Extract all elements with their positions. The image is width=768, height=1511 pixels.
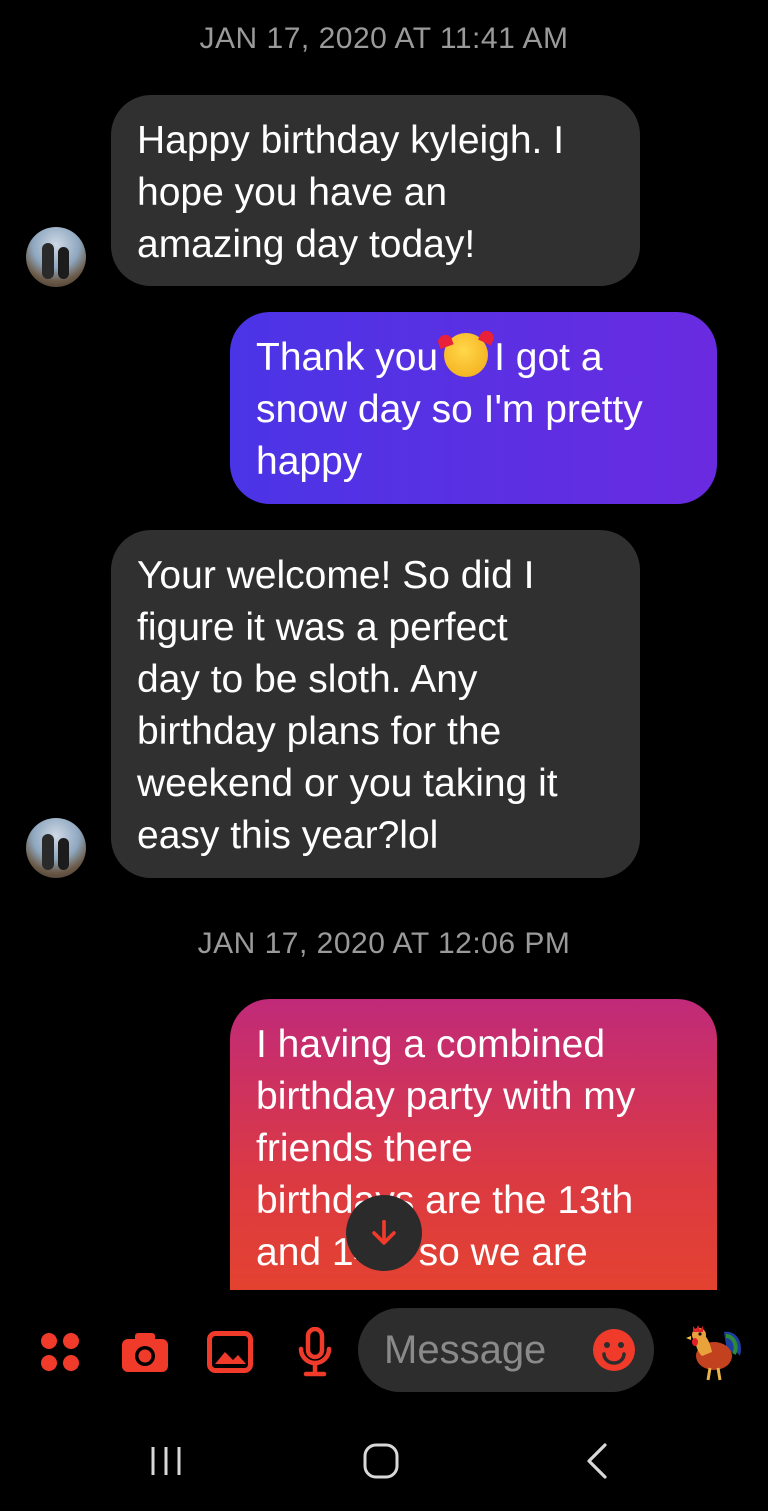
home-icon xyxy=(363,1443,399,1479)
camera-button[interactable] xyxy=(120,1324,170,1380)
gallery-icon xyxy=(207,1331,253,1373)
composer-bar xyxy=(0,1300,768,1400)
camera-icon xyxy=(122,1333,168,1372)
emoji-icon xyxy=(593,1329,635,1371)
message-line: hope you have an xyxy=(137,171,448,214)
sticker-button[interactable] xyxy=(680,1318,746,1384)
home-button[interactable] xyxy=(362,1442,400,1480)
message-bubble-received[interactable]: Happy birthday kyleigh. I hope you have … xyxy=(111,95,640,286)
message-line: I having a combined xyxy=(256,1023,606,1066)
message-line: figure it was a perfect xyxy=(137,606,508,649)
timestamp: JAN 17, 2020 AT 11:41 AM xyxy=(199,22,569,55)
message-bubble-sent[interactable]: Thank you I got a snow day so I'm pretty … xyxy=(230,312,717,504)
message-bubble-received[interactable]: Your welcome! So did I figure it was a p… xyxy=(111,530,640,878)
message-input[interactable] xyxy=(384,1322,554,1378)
microphone-button[interactable] xyxy=(297,1324,333,1380)
message-text: Thank you xyxy=(256,336,439,379)
arrow-down-icon xyxy=(372,1219,396,1245)
gallery-button[interactable] xyxy=(207,1324,253,1380)
message-field[interactable] xyxy=(358,1308,654,1392)
message-line: amazing day today! xyxy=(137,223,476,266)
recent-apps-button[interactable] xyxy=(148,1444,184,1478)
message-line: day to be sloth. Any xyxy=(137,658,478,701)
conversation-view[interactable]: JAN 17, 2020 AT 11:41 AM Happy birthday … xyxy=(0,0,768,1290)
scroll-to-bottom-button[interactable] xyxy=(346,1195,422,1271)
microphone-icon xyxy=(298,1327,332,1377)
message-line: weekend or you taking it xyxy=(137,762,558,805)
message-line: birthdays are the 13th xyxy=(256,1179,634,1222)
message-line: Thank you I got a xyxy=(256,332,691,384)
message-line: and 14th so we are xyxy=(256,1231,588,1274)
contact-avatar[interactable] xyxy=(26,227,86,287)
message-line: friends there xyxy=(256,1127,473,1170)
timestamp: JAN 17, 2020 AT 12:06 PM xyxy=(197,927,571,960)
contact-avatar[interactable] xyxy=(26,818,86,878)
recent-apps-icon xyxy=(151,1447,181,1475)
apps-icon xyxy=(41,1333,79,1371)
message-bubble-sent[interactable]: I having a combined birthday party with … xyxy=(230,999,717,1290)
smiling-face-with-hearts-emoji-icon xyxy=(444,333,489,377)
back-icon xyxy=(587,1443,607,1479)
message-line: Happy birthday kyleigh. I xyxy=(137,119,565,162)
message-line: easy this year?lol xyxy=(137,814,439,857)
rooster-sticker-icon xyxy=(686,1325,742,1381)
message-text: I got a xyxy=(494,336,603,379)
message-line: Your welcome! So did I xyxy=(137,554,535,597)
message-line: snow day so I'm pretty xyxy=(256,388,643,431)
message-line: happy xyxy=(256,440,363,483)
emoji-button[interactable] xyxy=(592,1328,636,1372)
message-line: birthday party with my xyxy=(256,1075,636,1118)
apps-button[interactable] xyxy=(38,1324,82,1380)
back-button[interactable] xyxy=(584,1442,610,1480)
message-line: birthday plans for the xyxy=(137,710,502,753)
system-navigation-bar xyxy=(0,1410,768,1511)
